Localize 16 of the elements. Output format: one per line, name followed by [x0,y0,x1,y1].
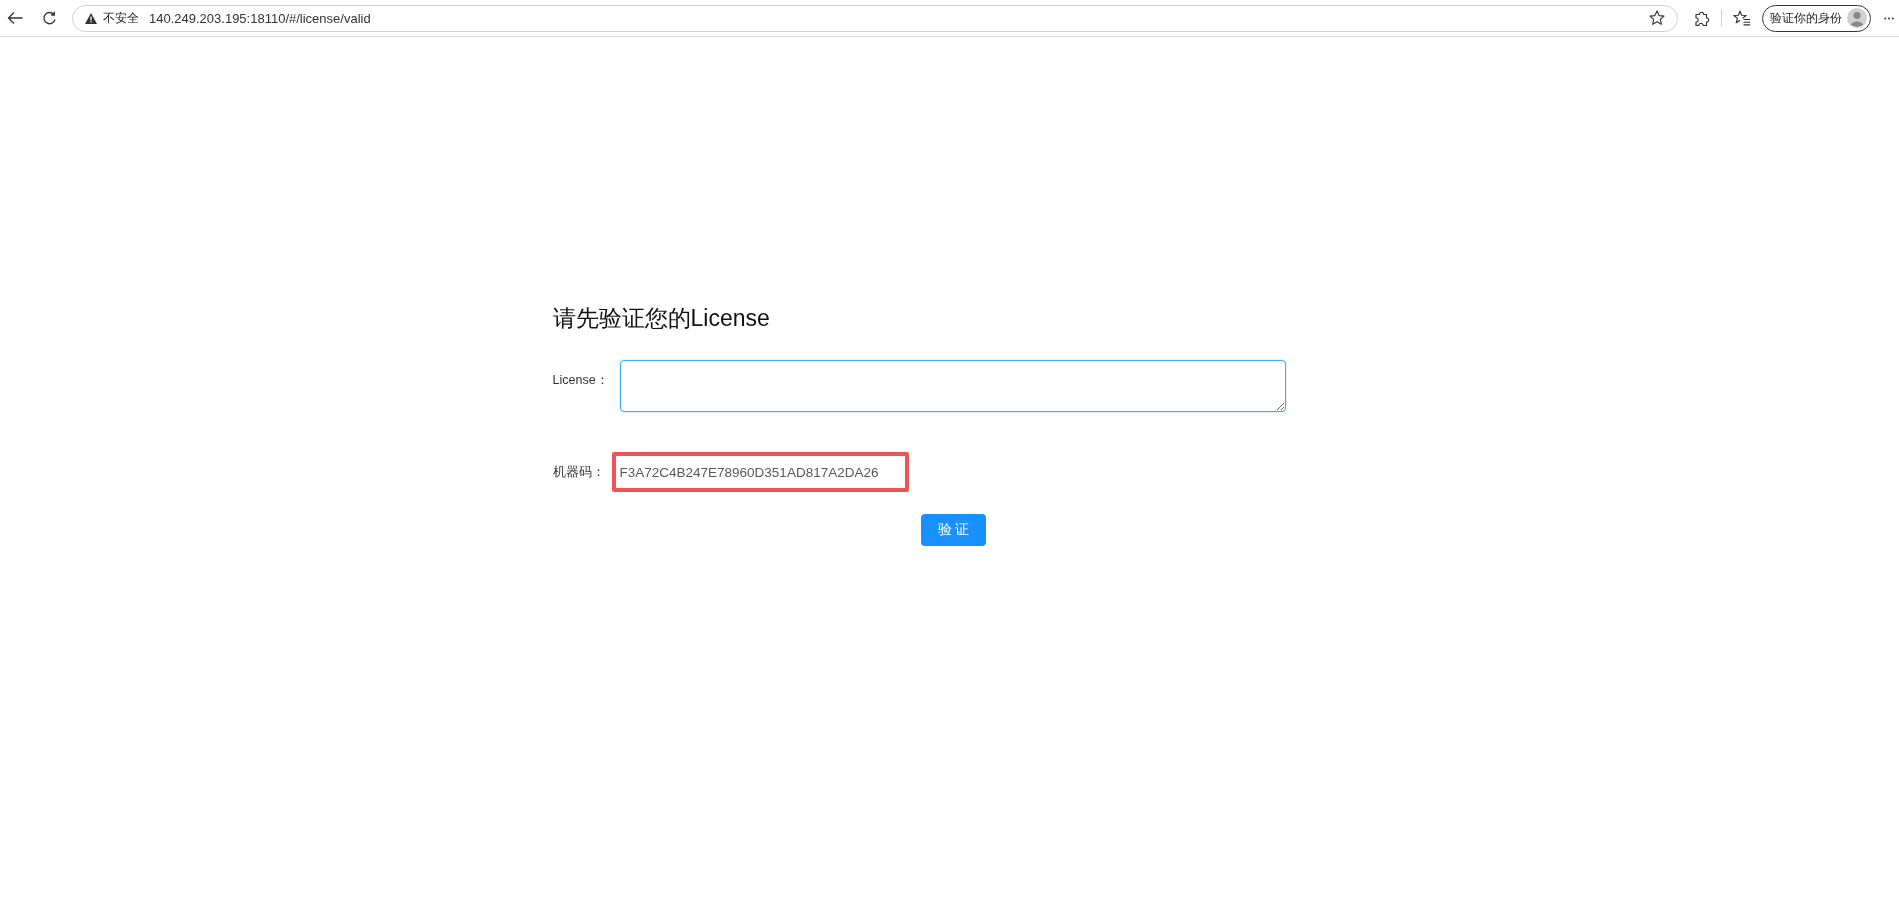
field-label: 机器码： [552,464,606,481]
machine-code-text: F3A72C4B247E78960D351AD817A2DA26 [619,464,879,480]
avatar-icon[interactable] [1847,8,1867,28]
warning-icon [85,12,97,24]
favorites-icon[interactable] [1733,10,1751,26]
more-icon[interactable] [1884,16,1894,20]
puzzle-icon[interactable] [1693,9,1710,27]
field-label: License： [552,372,610,389]
security-label[interactable]: 不安全 [103,9,139,27]
profile-label[interactable]: 验证你的身份 [1770,9,1842,27]
refresh-icon[interactable] [42,10,57,26]
star-icon[interactable] [1649,10,1665,26]
url-text[interactable]: 140.249.203.195:18110/#/license/valid [149,10,371,26]
license-input-field[interactable] [619,360,1286,412]
page-title: 请先验证您的License [552,304,771,333]
back-arrow-icon[interactable] [7,11,23,25]
